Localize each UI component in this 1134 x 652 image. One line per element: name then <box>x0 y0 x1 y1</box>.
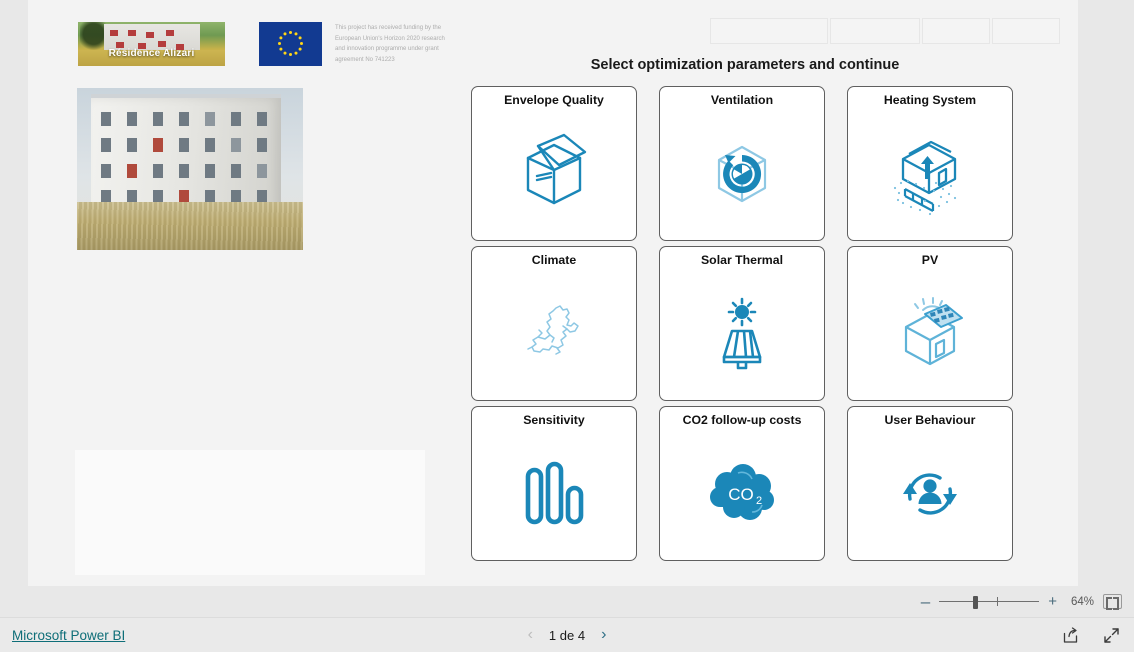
svg-text:CO: CO <box>728 485 754 504</box>
card-pv[interactable]: PV <box>847 246 1013 401</box>
zoom-bar: – + 64% <box>0 586 1134 617</box>
slicer-1[interactable] <box>710 18 828 44</box>
power-bi-report-viewer: Résidence Alizari This project has recei… <box>0 0 1134 652</box>
card-label: Sensitivity <box>523 413 585 427</box>
fit-to-page-button[interactable] <box>1103 594 1122 610</box>
photo-foreground-grass <box>77 202 303 250</box>
zoom-level-label: 64% <box>1070 595 1094 608</box>
user-cycle-icon <box>848 428 1012 560</box>
card-label: Envelope Quality <box>504 93 604 107</box>
card-label: Heating System <box>883 93 977 107</box>
pv-roof-house-icon <box>848 268 1012 400</box>
zoom-slider[interactable] <box>939 595 1040 609</box>
logo-caption: Résidence Alizari <box>108 48 195 59</box>
card-label: User Behaviour <box>884 413 976 427</box>
svg-text:2: 2 <box>756 495 762 507</box>
heat-pump-house-icon <box>848 108 1012 240</box>
card-label: CO2 follow-up costs <box>682 413 802 427</box>
european-union-flag <box>259 22 322 66</box>
zoom-slider-thumb[interactable] <box>973 595 979 609</box>
card-solar-thermal[interactable]: Solar Thermal <box>659 246 825 401</box>
house-fan-icon <box>660 108 824 240</box>
slicer-4[interactable] <box>992 18 1060 44</box>
page-navigator: ‹ 1 de 4 › <box>0 627 1134 643</box>
residence-alizari-logo: Résidence Alizari <box>78 22 225 66</box>
residence-alizari-building-photo <box>77 88 303 250</box>
card-climate[interactable]: Climate <box>471 246 637 401</box>
card-ventilation[interactable]: Ventilation <box>659 86 825 241</box>
zoom-out-button[interactable]: – <box>921 593 930 610</box>
blank-visual-placeholder <box>75 450 425 575</box>
card-envelope-quality[interactable]: Envelope Quality <box>471 86 637 241</box>
previous-page-button[interactable]: ‹ <box>528 627 533 643</box>
next-page-button[interactable]: › <box>601 627 606 643</box>
card-heating-system[interactable]: Heating System <box>847 86 1013 241</box>
solar-collector-sun-icon <box>660 268 824 400</box>
card-label: Solar Thermal <box>700 253 783 267</box>
share-icon[interactable] <box>1062 626 1079 644</box>
slicer-2[interactable] <box>830 18 920 44</box>
eu-funding-text: This project has received funding by the… <box>335 25 445 63</box>
card-sensitivity[interactable]: Sensitivity <box>471 406 637 561</box>
co2-cloud-icon: CO 2 <box>660 428 824 560</box>
report-canvas: Résidence Alizari This project has recei… <box>28 0 1078 586</box>
page-indicator: 1 de 4 <box>548 627 586 643</box>
slicer-3[interactable] <box>922 18 990 44</box>
card-user-behaviour[interactable]: User Behaviour <box>847 406 1013 561</box>
europe-map-icon <box>472 268 636 400</box>
optimization-parameter-grid: Envelope Quality Ventilation Heating Sys… <box>471 86 1017 562</box>
card-co2-follow-up-costs[interactable]: CO2 follow-up costs CO 2 <box>659 406 825 561</box>
slicer-row <box>710 18 1060 44</box>
card-label: PV <box>921 253 939 267</box>
house-envelope-icon <box>472 108 636 240</box>
status-bar-actions <box>1062 626 1120 644</box>
status-bar: Microsoft Power BI ‹ 1 de 4 › <box>0 617 1134 652</box>
photo-building <box>91 98 281 214</box>
zoom-in-button[interactable]: + <box>1048 594 1057 609</box>
logo-row: Résidence Alizari This project has recei… <box>78 22 445 72</box>
bar-chart-icon <box>472 428 636 560</box>
card-label: Ventilation <box>710 93 774 107</box>
zoom-slider-tick <box>997 596 999 606</box>
card-label: Climate <box>531 253 577 267</box>
fullscreen-icon[interactable] <box>1103 627 1120 644</box>
page-title: Select optimization parameters and conti… <box>590 57 900 73</box>
